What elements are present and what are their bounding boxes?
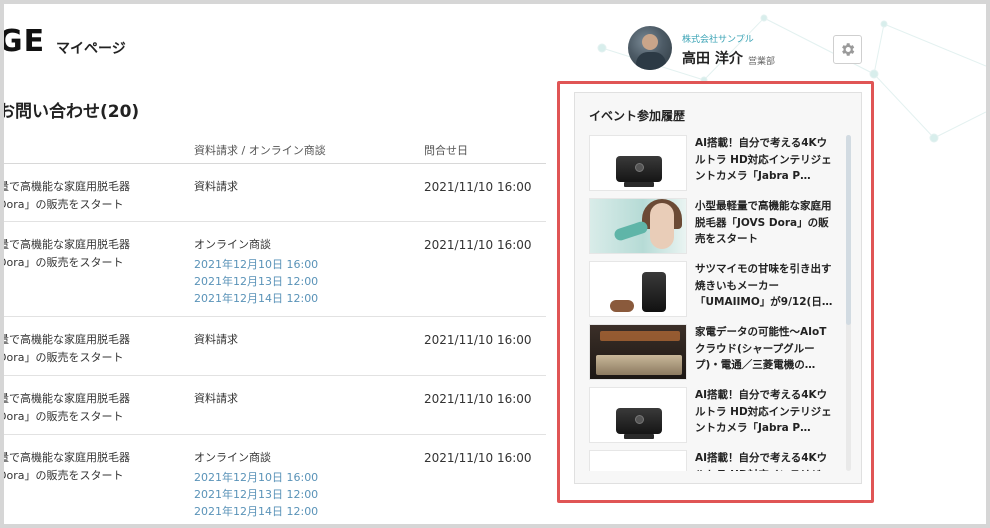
inquiry-title[interactable]: 量で高機能な家庭用脱毛器 Dora」の販売をスタート	[4, 390, 158, 426]
inquiry-title-line: Dora」の販売をスタート	[4, 410, 124, 423]
meeting-date: 2021年12月14日 12:00	[194, 292, 319, 305]
event-title[interactable]: 小型最軽量で高機能な家庭用脱毛器「JOVS Dora」の販売をスタート	[695, 198, 835, 250]
table-header: 資料請求 / オンライン商談 問合せ日	[4, 138, 546, 164]
event-title[interactable]: AI搭載！自分で考える4Kウルトラ HD対応インテリジェントカメラ「Jabra …	[695, 450, 835, 471]
event-title[interactable]: AI搭載！自分で考える4Kウルトラ HD対応インテリジェントカメラ「Jabra …	[695, 135, 835, 187]
inquiry-date: 2021/11/10 16:00	[424, 333, 532, 347]
inquiry-type-cell: オンライン商談 2021年12月10日 16:00 2021年12月13日 12…	[194, 236, 318, 307]
table-row[interactable]: 量で高機能な家庭用脱毛器 Dora」の販売をスタート オンライン商談 2021年…	[4, 222, 546, 317]
camera-thumbnail[interactable]	[589, 450, 687, 471]
inquiry-title-line: 量で高機能な家庭用脱毛器	[4, 392, 130, 405]
event-item[interactable]: AI搭載！自分で考える4Kウルトラ HD対応インテリジェントカメラ「Jabra …	[589, 387, 847, 450]
event-title[interactable]: 家電データの可能性〜AIoTクラウド(シャープグループ)・電通／三菱電機の…	[695, 324, 835, 376]
inquiry-title-line: Dora」の販売をスタート	[4, 198, 124, 211]
sweet-potato-maker-thumbnail[interactable]	[589, 261, 687, 317]
inquiry-title[interactable]: 量で高機能な家庭用脱毛器 Dora」の販売をスタート	[4, 331, 158, 367]
inquiry-title[interactable]: 量で高機能な家庭用脱毛器 Dora」の販売をスタート	[4, 236, 158, 272]
event-item[interactable]: 家電データの可能性〜AIoTクラウド(シャープグループ)・電通／三菱電機の…	[589, 324, 847, 387]
meeting-date: 2021年12月10日 16:00	[194, 471, 319, 484]
table-row[interactable]: 量で高機能な家庭用脱毛器 Dora」の販売をスタート 資料請求 2021/11/…	[4, 317, 546, 376]
oven-thumbnail[interactable]	[589, 324, 687, 380]
avatar[interactable]	[628, 26, 672, 70]
page-title: GE	[4, 24, 46, 59]
meeting-date: 2021年12月10日 16:00	[194, 258, 319, 271]
inquiry-type: 資料請求	[194, 333, 238, 346]
event-item[interactable]: サツマイモの甘味を引き出す焼きいもメーカー「UMAIIMO」が9/12(日…	[589, 261, 847, 324]
gear-icon	[842, 43, 855, 56]
event-list[interactable]: AI搭載！自分で考える4Kウルトラ HD対応インテリジェントカメラ「Jabra …	[589, 135, 847, 471]
inquiry-title-line: 量で高機能な家庭用脱毛器	[4, 451, 130, 464]
table-row[interactable]: 量で高機能な家庭用脱毛器 Dora」の販売をスタート オンライン商談 2021年…	[4, 435, 546, 524]
page-subtitle: マイページ	[56, 41, 126, 57]
inquiry-date: 2021/11/10 16:00	[424, 392, 532, 406]
inquiry-type: 資料請求	[194, 180, 238, 193]
inquiry-type-cell: オンライン商談 2021年12月10日 16:00 2021年12月13日 12…	[194, 449, 318, 520]
event-title[interactable]: サツマイモの甘味を引き出す焼きいもメーカー「UMAIIMO」が9/12(日…	[695, 261, 835, 313]
page-frame: GE マイページ 株式会社サンプル 高田 洋介 営業部 お問い合わせ(20) 資…	[4, 4, 986, 524]
settings-button[interactable]	[833, 35, 862, 64]
inquiry-title[interactable]: 量で高機能な家庭用脱毛器 Dora」の販売をスタート	[4, 449, 158, 485]
user-name: 高田 洋介	[682, 51, 743, 67]
inquiry-title-line: 量で高機能な家庭用脱毛器	[4, 238, 130, 251]
event-item[interactable]: 小型最軽量で高機能な家庭用脱毛器「JOVS Dora」の販売をスタート	[589, 198, 847, 261]
inquiry-title-line: Dora」の販売をスタート	[4, 256, 124, 269]
camera-thumbnail[interactable]	[589, 387, 687, 443]
user-profile[interactable]: 株式会社サンプル 高田 洋介 営業部	[628, 26, 798, 74]
event-title[interactable]: AI搭載！自分で考える4Kウルトラ HD対応インテリジェントカメラ「Jabra …	[695, 387, 835, 439]
inquiry-title[interactable]: 量で高機能な家庭用脱毛器 Dora」の販売をスタート	[4, 178, 158, 214]
column-header-type: 資料請求 / オンライン商談	[194, 144, 326, 157]
inquiry-date: 2021/11/10 16:00	[424, 238, 532, 252]
event-list-scrollbar[interactable]	[846, 135, 851, 471]
meeting-date: 2021年12月13日 12:00	[194, 275, 319, 288]
hair-remover-thumbnail[interactable]	[589, 198, 687, 254]
meeting-date: 2021年12月14日 12:00	[194, 505, 319, 518]
inquiry-title-line: Dora」の販売をスタート	[4, 351, 124, 364]
table-row[interactable]: 量で高機能な家庭用脱毛器 Dora」の販売をスタート 資料請求 2021/11/…	[4, 376, 546, 435]
inquiry-title-line: 量で高機能な家庭用脱毛器	[4, 180, 130, 193]
meeting-date: 2021年12月13日 12:00	[194, 488, 319, 501]
event-history-title: イベント参加履歴	[589, 109, 686, 123]
scrollbar-thumb[interactable]	[846, 135, 851, 325]
company-name: 株式会社サンプル	[682, 35, 754, 45]
inquiries-table: 資料請求 / オンライン商談 問合せ日 量で高機能な家庭用脱毛器 Dora」の販…	[4, 138, 546, 524]
inquiry-type: オンライン商談	[194, 238, 271, 251]
inquiry-date: 2021/11/10 16:00	[424, 180, 532, 194]
user-department: 営業部	[748, 57, 776, 67]
inquiry-title-line: 量で高機能な家庭用脱毛器	[4, 333, 130, 346]
table-row[interactable]: 量で高機能な家庭用脱毛器 Dora」の販売をスタート 資料請求 2021/11/…	[4, 164, 546, 222]
inquiry-date: 2021/11/10 16:00	[424, 451, 532, 465]
event-item[interactable]: AI搭載！自分で考える4Kウルトラ HD対応インテリジェントカメラ「Jabra …	[589, 450, 847, 471]
inquiries-title: お問い合わせ(20)	[4, 102, 140, 122]
inquiry-type: 資料請求	[194, 392, 238, 405]
column-header-date: 問合せ日	[424, 144, 468, 157]
inquiry-type: オンライン商談	[194, 451, 271, 464]
event-history-panel: イベント参加履歴 AI搭載！自分で考える4Kウルトラ HD対応インテリジェントカ…	[574, 92, 862, 484]
camera-thumbnail[interactable]	[589, 135, 687, 191]
inquiry-title-line: Dora」の販売をスタート	[4, 469, 124, 482]
event-item[interactable]: AI搭載！自分で考える4Kウルトラ HD対応インテリジェントカメラ「Jabra …	[589, 135, 847, 198]
